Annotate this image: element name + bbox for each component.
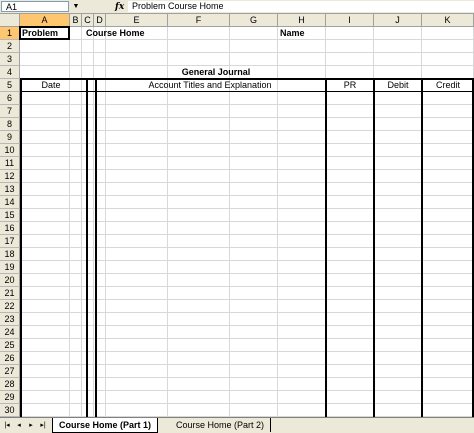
column-header-k[interactable]: K (422, 14, 474, 27)
gridline (20, 247, 474, 248)
row-header-5[interactable]: 5 (0, 79, 20, 92)
column-header-g[interactable]: G (230, 14, 278, 27)
gridline (20, 403, 474, 404)
column-header-i[interactable]: I (326, 14, 374, 27)
gridline (20, 104, 474, 105)
gridline (20, 273, 474, 274)
gridline (20, 117, 474, 118)
spreadsheet-grid[interactable]: A B C D E F G H I J K 1 2 3 4 5 6 7 8 9 10 11 12 13 14 15 16 17 18 19… (0, 14, 474, 417)
active-cell-a1[interactable] (19, 26, 70, 40)
column-header-d[interactable]: D (94, 14, 106, 27)
journal-column-divider (373, 78, 375, 417)
row-header-11[interactable]: 11 (0, 157, 20, 170)
journal-column-divider (86, 78, 88, 417)
gridline (20, 286, 474, 287)
formula-bar: A1 ▼ fx Problem Course Home (0, 0, 474, 14)
row-header-22[interactable]: 22 (0, 300, 20, 313)
journal-column-divider (95, 78, 97, 417)
prev-sheet-icon[interactable]: ◂ (14, 420, 24, 431)
fx-icon[interactable]: fx (115, 0, 124, 14)
gridline (20, 325, 474, 326)
tab-course-home-part-1[interactable]: Course Home (Part 1) (52, 418, 159, 433)
gridline (20, 351, 474, 352)
gridline (20, 182, 474, 183)
column-header-e[interactable]: E (106, 14, 168, 27)
select-all-corner[interactable] (0, 14, 20, 27)
row-header-9[interactable]: 9 (0, 131, 20, 144)
row-header-28[interactable]: 28 (0, 378, 20, 391)
row-header-6[interactable]: 6 (0, 92, 20, 105)
gridline (20, 299, 474, 300)
name-label: Name (280, 28, 305, 38)
gridline (20, 377, 474, 378)
column-header-j[interactable]: J (374, 14, 422, 27)
column-header-b[interactable]: B (70, 14, 82, 27)
column-header-c[interactable]: C (82, 14, 94, 27)
course-home-label: Course Home (86, 28, 145, 38)
last-sheet-icon[interactable]: ▸| (38, 420, 48, 431)
row-header-3[interactable]: 3 (0, 53, 20, 66)
gridline (20, 208, 474, 209)
gridline (20, 312, 474, 313)
row-header-7[interactable]: 7 (0, 105, 20, 118)
gridline (20, 390, 474, 391)
gridline (20, 130, 474, 131)
sheet-tab-bar: |◂ ◂ ▸ ▸| Course Home (Part 1) Course Ho… (0, 417, 474, 433)
row-header-20[interactable]: 20 (0, 274, 20, 287)
column-header-f[interactable]: F (168, 14, 230, 27)
gridline (20, 52, 474, 53)
row-header-26[interactable]: 26 (0, 352, 20, 365)
gridline (20, 195, 474, 196)
row-header-17[interactable]: 17 (0, 235, 20, 248)
gridline (20, 364, 474, 365)
journal-border-left (20, 78, 22, 417)
row-header-15[interactable]: 15 (0, 209, 20, 222)
row-header-2[interactable]: 2 (0, 40, 20, 53)
row-header-18[interactable]: 18 (0, 248, 20, 261)
gridline (20, 260, 474, 261)
row-header-12[interactable]: 12 (0, 170, 20, 183)
row-header-13[interactable]: 13 (0, 183, 20, 196)
gridline (20, 338, 474, 339)
gridline (20, 169, 474, 170)
row-header-16[interactable]: 16 (0, 222, 20, 235)
gridline (20, 221, 474, 222)
gridline (20, 156, 474, 157)
row-header-8[interactable]: 8 (0, 118, 20, 131)
row-header-10[interactable]: 10 (0, 144, 20, 157)
row-header-29[interactable]: 29 (0, 391, 20, 404)
row-header-30[interactable]: 30 (0, 404, 20, 417)
row-header-27[interactable]: 27 (0, 365, 20, 378)
row-header-1[interactable]: 1 (0, 27, 20, 40)
row-header-4[interactable]: 4 (0, 66, 20, 79)
row-header-19[interactable]: 19 (0, 261, 20, 274)
journal-column-divider (421, 78, 423, 417)
column-header-h[interactable]: H (278, 14, 326, 27)
row-header-24[interactable]: 24 (0, 326, 20, 339)
tab-course-home-part-2[interactable]: Course Home (Part 2) (170, 418, 272, 432)
formula-input[interactable]: Problem Course Home (128, 1, 474, 12)
first-sheet-icon[interactable]: |◂ (2, 420, 12, 431)
journal-column-divider (325, 78, 327, 417)
row-header-25[interactable]: 25 (0, 339, 20, 352)
row-header-23[interactable]: 23 (0, 313, 20, 326)
name-box[interactable]: A1 (1, 1, 69, 12)
row-header-21[interactable]: 21 (0, 287, 20, 300)
gridline (20, 143, 474, 144)
gridline (20, 234, 474, 235)
row-header-14[interactable]: 14 (0, 196, 20, 209)
next-sheet-icon[interactable]: ▸ (26, 420, 36, 431)
name-box-dropdown-icon[interactable]: ▼ (70, 1, 82, 12)
